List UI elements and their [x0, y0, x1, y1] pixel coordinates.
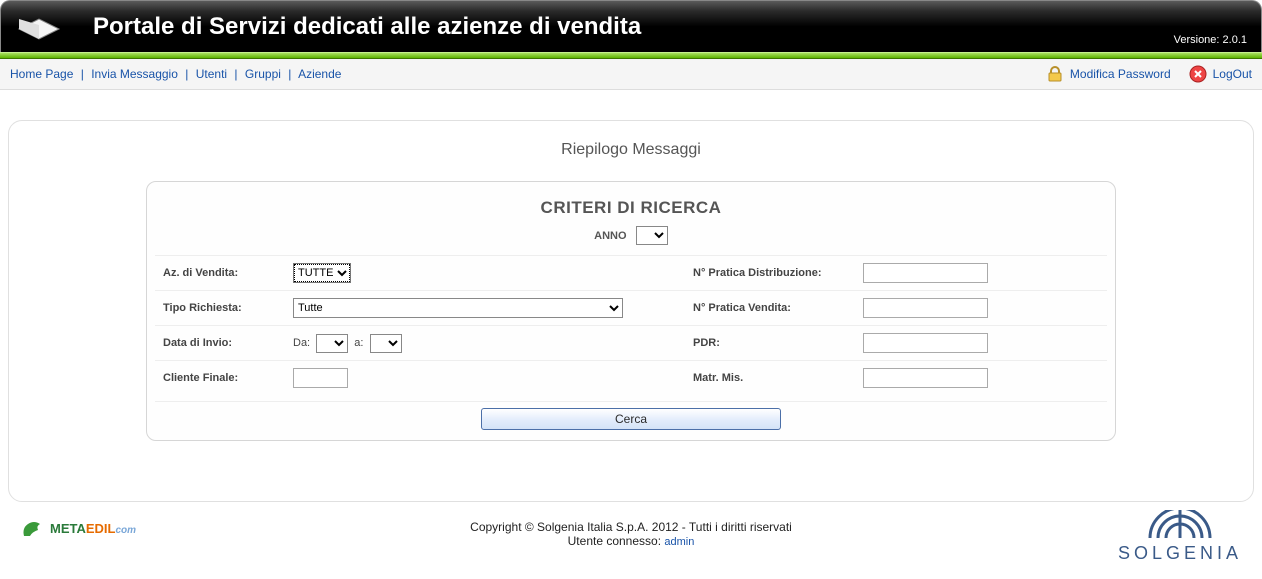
- nav-sep: |: [81, 67, 84, 81]
- logout-label: LogOut: [1213, 67, 1252, 81]
- footer: METAEDILcom Copyright © Solgenia Italia …: [0, 514, 1262, 558]
- close-icon: [1189, 65, 1207, 83]
- label-pratica-vend: N° Pratica Vendita:: [685, 291, 855, 326]
- search-button[interactable]: Cerca: [481, 408, 781, 430]
- nav-bar: Home Page | Invia Messaggio | Utenti | G…: [0, 59, 1262, 90]
- label-tipo-richiesta: Tipo Richiesta:: [155, 291, 285, 326]
- nav-sep: |: [234, 67, 237, 81]
- az-vendita-select[interactable]: TUTTE: [293, 263, 351, 283]
- user-link[interactable]: admin: [664, 536, 694, 548]
- dragon-icon: [20, 514, 48, 542]
- cliente-finale-input[interactable]: [293, 368, 348, 388]
- lock-icon: [1046, 65, 1064, 83]
- arcs-icon: [1140, 510, 1220, 540]
- nav-sep: |: [185, 67, 188, 81]
- anno-label: ANNO: [594, 230, 626, 242]
- page-heading: Riepilogo Messaggi: [19, 141, 1243, 159]
- label-cliente-finale: Cliente Finale:: [155, 361, 285, 396]
- nav-gruppi[interactable]: Gruppi: [245, 67, 281, 81]
- logo-text-meta: META: [50, 521, 86, 536]
- data-a-select[interactable]: [370, 334, 402, 353]
- search-panel: CRITERI DI RICERCA ANNO Az. di Vendita: …: [146, 181, 1116, 441]
- book-icon: [15, 11, 63, 43]
- label-pdr: PDR:: [685, 326, 855, 361]
- accent-stripe: [0, 52, 1262, 59]
- nav-utenti[interactable]: Utenti: [196, 67, 227, 81]
- matr-input[interactable]: [863, 368, 988, 388]
- panel-title: CRITERI DI RICERCA: [155, 198, 1107, 218]
- logo-text-edil: EDIL: [86, 521, 116, 536]
- pdr-input[interactable]: [863, 333, 988, 353]
- nav-aziende[interactable]: Aziende: [298, 67, 341, 81]
- anno-select[interactable]: [636, 226, 668, 245]
- modify-password-link[interactable]: Modifica Password: [1046, 65, 1171, 83]
- tipo-richiesta-select[interactable]: Tutte: [293, 298, 623, 318]
- version-label: Versione: 2.0.1: [1174, 34, 1247, 46]
- solgenia-text: SOLGENIA: [1118, 543, 1242, 564]
- main-card: Riepilogo Messaggi CRITERI DI RICERCA AN…: [8, 120, 1254, 502]
- nav-invia[interactable]: Invia Messaggio: [91, 67, 178, 81]
- solgenia-logo: SOLGENIA: [1118, 510, 1242, 564]
- nav-home[interactable]: Home Page: [10, 67, 73, 81]
- app-title: Portale di Servizi dedicati alle azienze…: [93, 13, 641, 41]
- label-data-invio: Data di Invio:: [155, 326, 285, 361]
- logo-text-com: com: [116, 525, 137, 536]
- header-bar: Portale di Servizi dedicati alle azienze…: [0, 0, 1262, 52]
- a-label: a:: [354, 337, 363, 349]
- label-matr: Matr. Mis.: [685, 361, 855, 396]
- user-label: Utente connesso:: [568, 534, 665, 548]
- metaedil-logo: METAEDILcom: [20, 514, 136, 542]
- label-az-vendita: Az. di Vendita:: [155, 256, 285, 291]
- data-da-select[interactable]: [316, 334, 348, 353]
- da-label: Da:: [293, 337, 310, 349]
- modify-password-label: Modifica Password: [1070, 67, 1171, 81]
- copyright: Copyright © Solgenia Italia S.p.A. 2012 …: [10, 520, 1252, 534]
- pratica-dist-input[interactable]: [863, 263, 988, 283]
- nav-sep: |: [288, 67, 291, 81]
- nav-links: Home Page | Invia Messaggio | Utenti | G…: [10, 67, 341, 81]
- pratica-vend-input[interactable]: [863, 298, 988, 318]
- connected-user: Utente connesso: admin: [10, 534, 1252, 548]
- label-pratica-dist: N° Pratica Distribuzione:: [685, 256, 855, 291]
- logout-link[interactable]: LogOut: [1189, 65, 1252, 83]
